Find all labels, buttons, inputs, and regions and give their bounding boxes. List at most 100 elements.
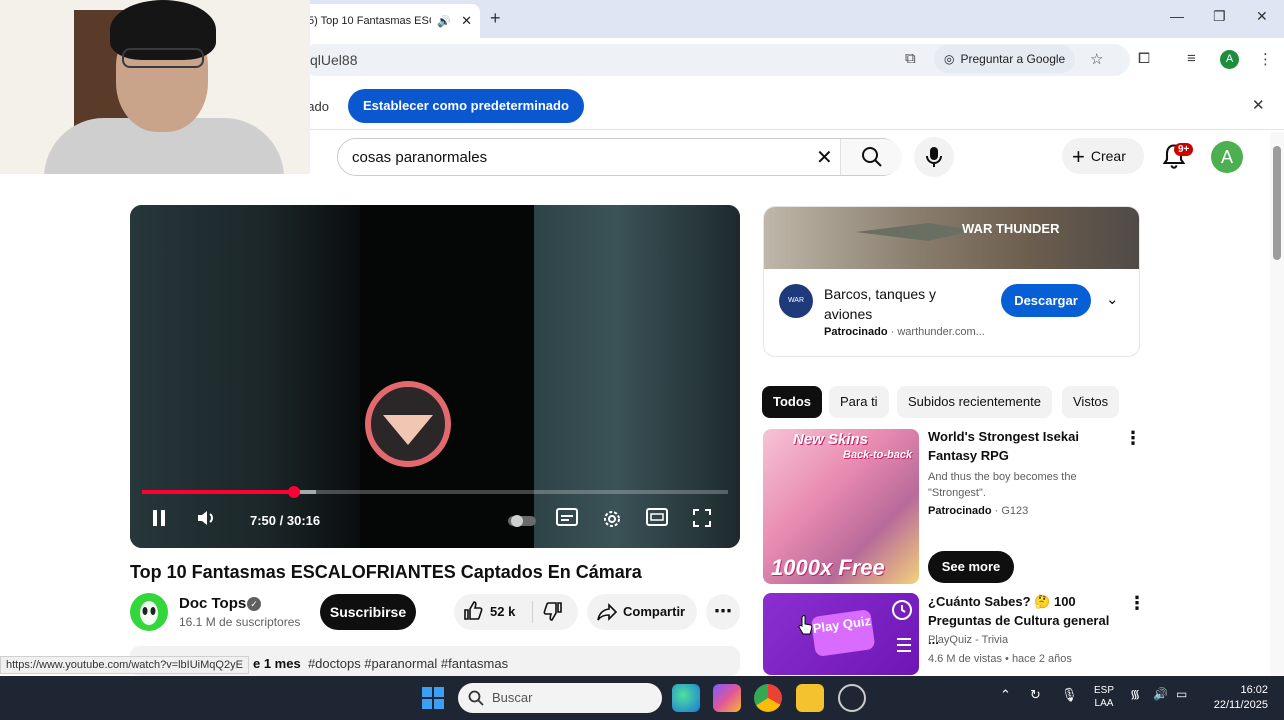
search-button[interactable] xyxy=(840,139,902,175)
sponsored-ad-card[interactable]: WAR THUNDER WAR THUNDER Barcos, tanques … xyxy=(763,206,1140,357)
rec-thumbnail[interactable]: New Skins Back-to-back 1000x Free xyxy=(763,429,919,584)
chrome-icon[interactable] xyxy=(754,684,782,712)
set-default-button[interactable]: Establecer como predeterminado xyxy=(348,89,584,123)
subtitles-icon[interactable] xyxy=(556,508,578,526)
ad-domain: warthunder.com... xyxy=(897,326,985,338)
battery-icon[interactable]: ▭ xyxy=(1176,688,1187,701)
ask-google-button[interactable]: ◎ Preguntar a Google xyxy=(934,45,1076,73)
thumb-footer: 1000x Free xyxy=(771,555,885,580)
settings-gear-icon[interactable] xyxy=(601,508,623,530)
chevron-up-icon[interactable]: ⌃ xyxy=(1000,688,1011,701)
edge-icon[interactable] xyxy=(672,684,700,712)
microphone-tray-icon[interactable]: 🎙 xyxy=(1061,688,1078,701)
theater-mode-icon[interactable] xyxy=(646,508,668,526)
speaker-icon[interactable]: 🔊 xyxy=(437,15,451,28)
watch-later-icon[interactable] xyxy=(891,599,913,621)
ad-title: Barcos, tanques y aviones xyxy=(824,286,937,322)
like-button[interactable] xyxy=(462,600,484,622)
install-app-icon[interactable]: ⧉ xyxy=(905,50,916,67)
dislike-button[interactable] xyxy=(542,600,564,622)
ad-advertiser-icon: WAR THUNDER xyxy=(779,284,813,338)
taskbar-search-placeholder: Buscar xyxy=(492,690,533,705)
webcam-person-glasses xyxy=(122,48,204,68)
browser-tab-active[interactable]: 5) Top 10 Fantasmas ESC 🔊 ✕ xyxy=(300,4,480,38)
channel-avatar[interactable] xyxy=(130,593,168,631)
more-actions-button[interactable]: ⋯ xyxy=(706,594,740,630)
copilot-icon[interactable] xyxy=(713,684,741,712)
chip-recently-uploaded[interactable]: Subidos recientemente xyxy=(897,386,1052,418)
see-more-button[interactable]: See more xyxy=(928,551,1014,583)
fullscreen-icon[interactable] xyxy=(692,508,712,528)
create-label: Crear xyxy=(1090,148,1126,164)
chevron-down-icon[interactable]: ⌄ xyxy=(1106,290,1119,308)
chip-watched[interactable]: Vistos xyxy=(1062,386,1120,418)
app-icon[interactable] xyxy=(838,684,866,712)
ad-jet-image xyxy=(856,223,976,241)
tab-close-icon[interactable]: ✕ xyxy=(461,13,472,29)
time-display: 7:50 / 30:16 xyxy=(250,513,321,528)
volume-tray-icon[interactable]: 🔊 xyxy=(1153,688,1168,701)
search-box[interactable]: cosas paranormales ✕ xyxy=(337,138,902,176)
bookmark-star-icon[interactable]: ☆ xyxy=(1090,50,1103,68)
address-text: qlUel88 xyxy=(310,52,358,68)
rec-channel[interactable]: PlayQuiz - Trivia xyxy=(928,632,1108,648)
close-window-icon[interactable]: ✕ xyxy=(1256,8,1268,25)
windows-start-icon[interactable] xyxy=(422,687,444,709)
description-tags[interactable]: #doctops #paranormal #fantasmas xyxy=(308,656,508,671)
ad-sponsored-line: Patrocinado · warthunder.com... xyxy=(824,326,985,338)
search-icon xyxy=(468,690,484,706)
ad-banner-image[interactable]: WAR THUNDER xyxy=(764,207,1139,269)
maximize-icon[interactable]: ❐ xyxy=(1213,8,1226,25)
autoplay-toggle-icon[interactable] xyxy=(508,514,536,528)
infobar-close-icon[interactable]: ✕ xyxy=(1252,96,1265,114)
profile-avatar[interactable]: A xyxy=(1220,50,1239,69)
share-arrow-icon xyxy=(597,603,618,621)
media-control-icon[interactable]: ≡ xyxy=(1187,50,1196,67)
volume-icon[interactable] xyxy=(196,508,218,528)
chip-for-you[interactable]: Para ti xyxy=(829,386,889,418)
wifi-icon[interactable]: ᯾ xyxy=(1130,688,1140,701)
add-to-queue-icon[interactable] xyxy=(891,635,913,655)
thumb-headline: New Skins xyxy=(793,431,869,448)
search-icon xyxy=(862,147,882,167)
clock-time: 16:02 xyxy=(1240,684,1268,696)
browser-menu-icon[interactable]: ⋮ xyxy=(1258,50,1273,68)
subscribe-button[interactable]: Suscribirse xyxy=(320,594,416,630)
rec-more-icon[interactable]: ⋮ xyxy=(1124,428,1142,449)
create-button[interactable]: + Crear xyxy=(1062,138,1144,174)
notifications-badge: 9+ xyxy=(1174,143,1194,156)
sync-icon[interactable]: ↻ xyxy=(1030,688,1041,701)
keyboard-layout: LAA xyxy=(1094,698,1114,709)
progress-played xyxy=(142,490,294,494)
like-count: 52 k xyxy=(490,604,516,619)
minimize-icon[interactable]: — xyxy=(1170,8,1184,24)
clear-search-icon[interactable]: ✕ xyxy=(816,145,833,170)
lens-icon: ◎ xyxy=(944,52,955,66)
new-tab-button[interactable]: + xyxy=(490,8,501,29)
description-snippet: e 1 mes #doctops #paranormal #fantasmas xyxy=(253,656,508,671)
share-label: Compartir xyxy=(623,604,686,619)
thumb-subheadline: Back-to-back xyxy=(843,449,913,461)
webcam-overlay xyxy=(0,0,310,174)
voice-search-button[interactable] xyxy=(914,137,954,177)
pause-icon[interactable] xyxy=(150,508,168,528)
rec-meta: 4.6 M de vistas • hace 2 años xyxy=(928,653,1072,665)
account-avatar[interactable]: A xyxy=(1211,141,1243,173)
file-explorer-icon[interactable] xyxy=(796,684,824,712)
hand-cursor-icon xyxy=(798,614,813,635)
scrollbar-thumb[interactable] xyxy=(1273,146,1281,260)
share-button[interactable]: Compartir xyxy=(587,594,697,630)
channel-name[interactable]: Doc Tops xyxy=(179,595,246,612)
taskbar-clock[interactable]: 16:02 22/11/2025 xyxy=(1200,683,1268,713)
rec-thumbnail[interactable]: Play Quiz xyxy=(763,593,919,675)
video-player[interactable]: 7:50 / 30:16 xyxy=(130,205,740,548)
rec-more-icon[interactable]: ⋮ xyxy=(1128,593,1146,614)
search-input[interactable]: cosas paranormales xyxy=(352,149,487,166)
taskbar-search[interactable]: Buscar xyxy=(458,683,662,713)
scrubber-handle[interactable] xyxy=(287,486,300,498)
extensions-icon[interactable]: ⧠ xyxy=(1138,50,1150,67)
chip-all[interactable]: Todos xyxy=(762,386,823,418)
download-button[interactable]: Descargar xyxy=(1001,284,1091,317)
language-indicator[interactable]: ESP LAA xyxy=(1092,684,1116,710)
rec-title[interactable]: World's Strongest Isekai Fantasy RPG xyxy=(928,427,1118,465)
